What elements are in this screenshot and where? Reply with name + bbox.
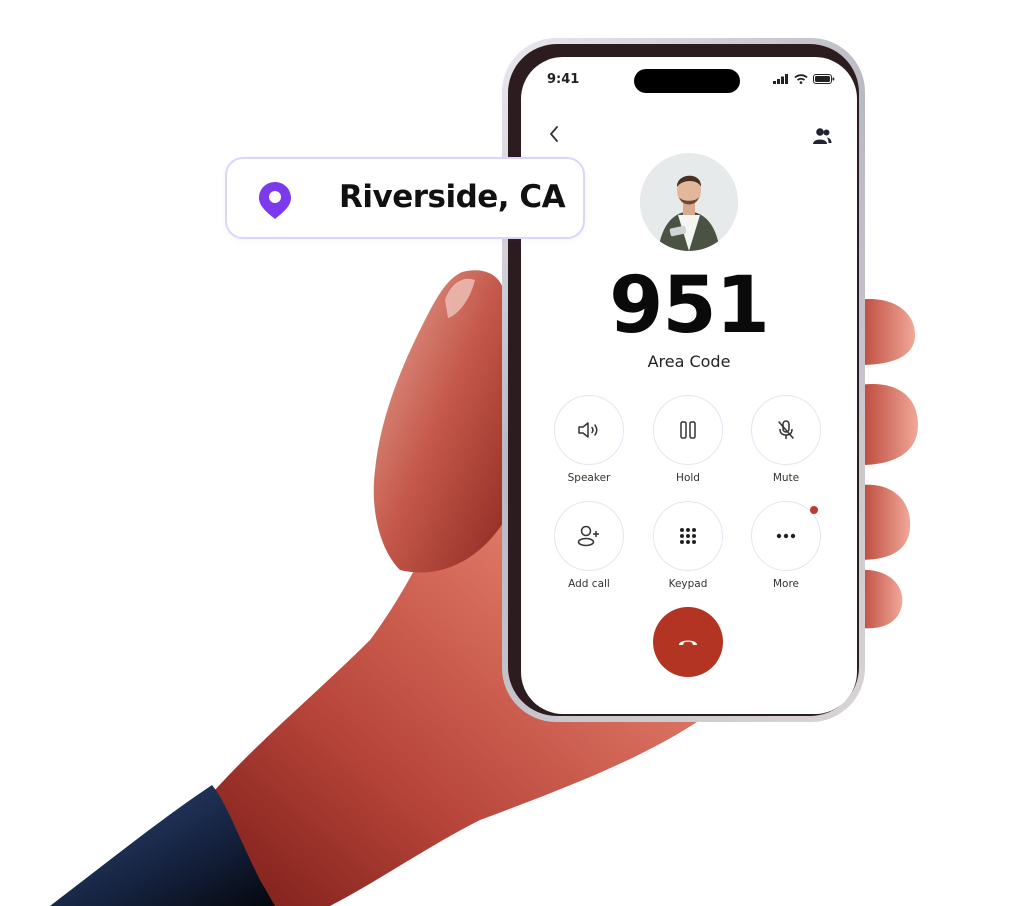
location-text: Riverside, CA — [339, 179, 566, 215]
notification-dot — [810, 506, 818, 514]
call-screen: 9:41 951 Area Code Speaker Hold Mute Add… — [521, 57, 857, 714]
add-call-button[interactable]: Add call — [553, 501, 625, 590]
mute-label: Mute — [772, 472, 800, 484]
signal-icon — [773, 74, 788, 84]
add-call-label: Add call — [568, 578, 610, 590]
keypad-icon — [680, 528, 696, 544]
status-time: 9:41 — [547, 72, 580, 87]
keypad-button[interactable]: Keypad — [652, 501, 724, 590]
keypad-label: Keypad — [668, 578, 708, 590]
end-call-button[interactable] — [653, 607, 723, 677]
battery-icon — [813, 74, 835, 84]
status-icons — [773, 74, 835, 84]
dynamic-island — [634, 69, 740, 93]
location-card: Riverside, CA — [225, 157, 585, 239]
mute-button[interactable]: Mute — [750, 395, 822, 484]
more-button[interactable]: More — [750, 501, 822, 590]
area-code-number: 951 — [609, 261, 770, 351]
speaker-button[interactable]: Speaker — [553, 395, 625, 484]
pause-icon — [680, 421, 696, 439]
hold-button[interactable]: Hold — [652, 395, 724, 484]
mic-off-icon — [778, 420, 794, 439]
phone-device: 9:41 951 Area Code Speaker Hold Mute Add… — [502, 38, 865, 722]
chevron-left-icon[interactable] — [545, 123, 563, 145]
wifi-icon — [794, 74, 808, 84]
hang-up-icon — [679, 640, 697, 645]
phone-bezel: 9:41 951 Area Code Speaker Hold Mute Add… — [508, 44, 859, 716]
speaker-label: Speaker — [567, 472, 611, 484]
area-code-label: Area Code — [647, 352, 731, 371]
add-person-icon — [577, 525, 599, 547]
caller-avatar — [640, 153, 738, 251]
more-icon — [776, 533, 796, 539]
more-label: More — [772, 578, 800, 590]
caller-photo — [640, 153, 738, 251]
speaker-icon — [578, 422, 598, 438]
contacts-icon[interactable] — [812, 127, 832, 145]
hold-label: Hold — [676, 472, 700, 484]
map-pin-icon — [259, 182, 291, 219]
